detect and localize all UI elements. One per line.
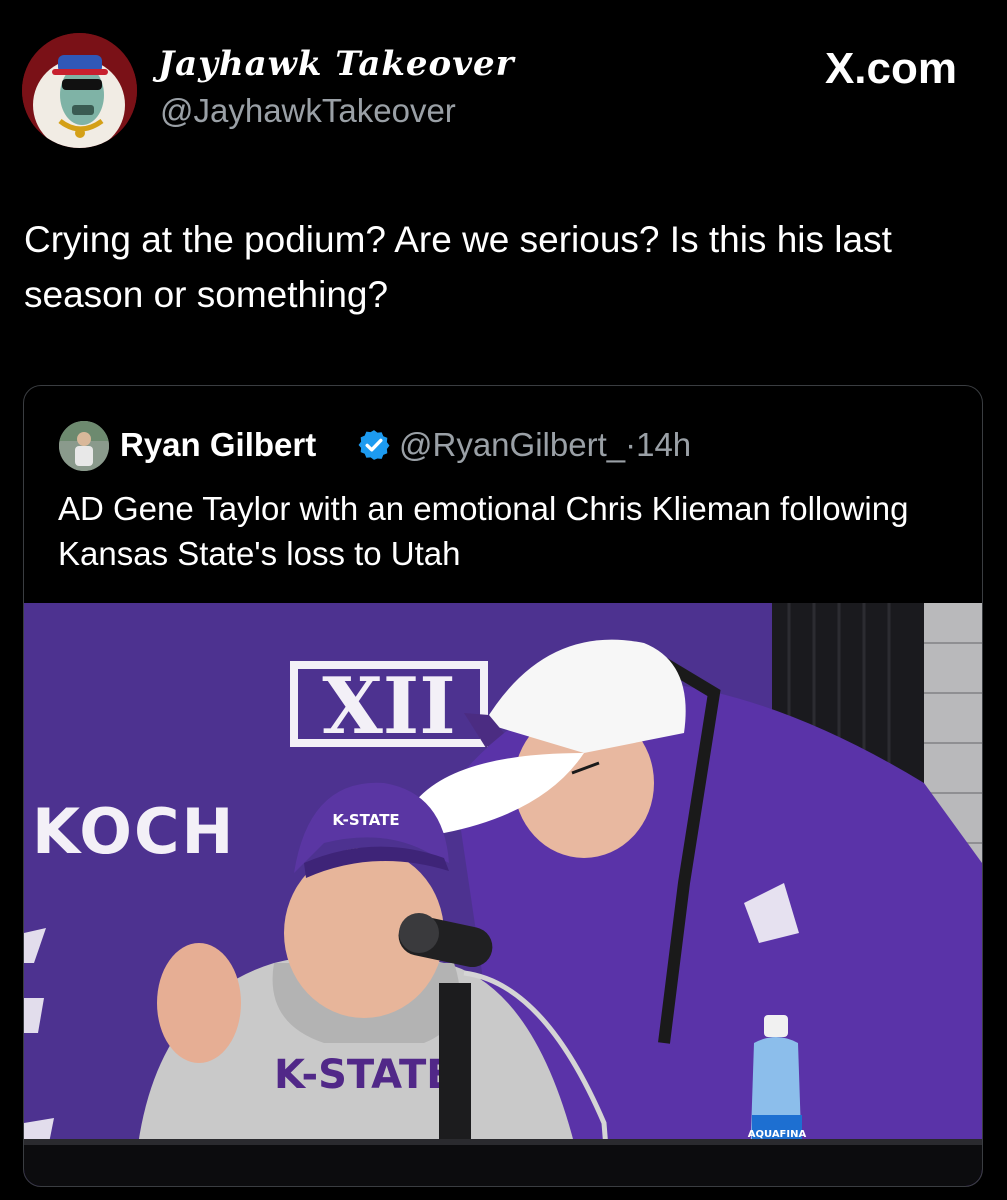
author-display-name[interactable]: Jayhawk Takeover bbox=[158, 44, 515, 84]
quoted-timestamp[interactable]: 14h bbox=[636, 426, 691, 463]
person-avatar-icon bbox=[59, 421, 109, 471]
svg-text:AQUAFINA: AQUAFINA bbox=[748, 1129, 807, 1140]
quoted-tweet-meta: @RyanGilbert_·14h bbox=[399, 426, 691, 464]
svg-text:K-STATE: K-STATE bbox=[332, 811, 399, 829]
svg-text:K-STATE: K-STATE bbox=[274, 1052, 454, 1098]
verified-badge-icon bbox=[358, 430, 390, 460]
quoted-author-avatar[interactable] bbox=[59, 421, 109, 471]
quoted-author-name[interactable]: Ryan Gilbert bbox=[120, 426, 316, 464]
meta-separator: · bbox=[625, 426, 637, 463]
quoted-author-handle[interactable]: @RyanGilbert_ bbox=[399, 426, 625, 463]
quoted-tweet-card[interactable]: Ryan Gilbert @RyanGilbert_·14h AD Gene T… bbox=[23, 385, 983, 1187]
svg-text:XII: XII bbox=[322, 661, 456, 752]
tweet-text: Crying at the podium? Are we serious? Is… bbox=[24, 219, 892, 315]
backdrop-sponsor: KOCH bbox=[32, 795, 235, 868]
svg-text:KOCH: KOCH bbox=[32, 795, 235, 868]
quoted-tweet-photo[interactable]: XII KOCH K-STATE K-STATE AQUAFINA bbox=[24, 603, 982, 1186]
author-avatar[interactable] bbox=[22, 33, 137, 148]
source-label: X.com bbox=[824, 44, 957, 93]
quoted-tweet-text: AD Gene Taylor with an emotional Chris K… bbox=[58, 490, 909, 572]
backdrop-logo: XII bbox=[290, 661, 488, 752]
cartoon-avatar-icon bbox=[22, 33, 137, 148]
author-handle[interactable]: @JayhawkTakeover bbox=[160, 92, 456, 130]
